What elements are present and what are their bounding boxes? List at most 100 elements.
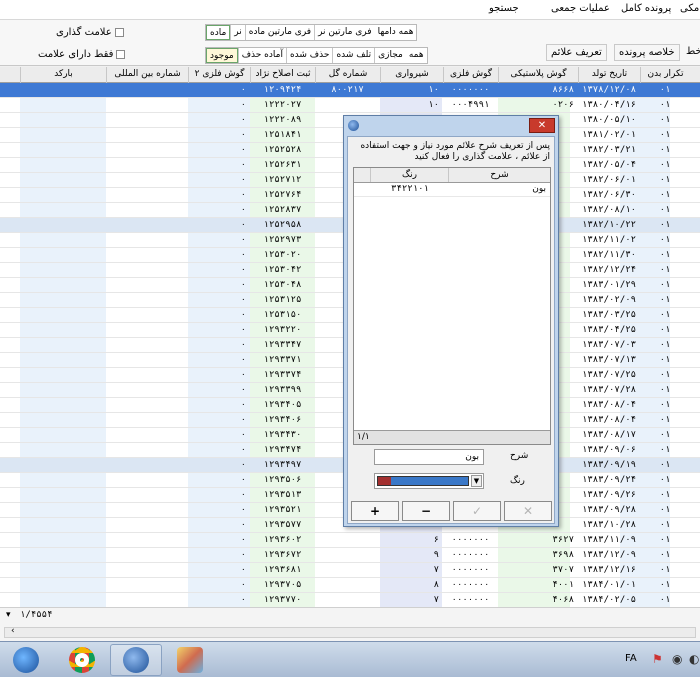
col-plastic-tag[interactable]: گوش پلاستیکی bbox=[498, 67, 578, 83]
state-existing[interactable]: موجود bbox=[206, 48, 238, 63]
row-selector[interactable] bbox=[0, 158, 20, 172]
row-selector[interactable] bbox=[0, 113, 20, 127]
mark-checkbox-box[interactable] bbox=[114, 27, 124, 37]
mark-checkbox[interactable]: علامت گذاری bbox=[56, 24, 124, 40]
row-selector[interactable] bbox=[0, 308, 20, 322]
row-selector[interactable] bbox=[0, 263, 20, 277]
table-row[interactable]: ۰۱ ۱۳۸۳/۱۱/۰۹ ۳۶۲۷ ۰۰۰۰۰۰۰ ۶ ۱۲۹۳۶۰۲ ۰ bbox=[0, 533, 700, 548]
desc-input[interactable]: بون bbox=[374, 449, 484, 465]
menu-file-summary[interactable]: خلاصه پرونده bbox=[614, 44, 680, 61]
color-dropdown-icon[interactable]: ▼ bbox=[471, 475, 482, 487]
row-selector[interactable] bbox=[0, 98, 20, 112]
row-selector[interactable] bbox=[0, 548, 20, 562]
row-selector[interactable] bbox=[0, 83, 20, 97]
pager-arrow-icon[interactable]: ▾ bbox=[6, 610, 11, 620]
row-selector[interactable] bbox=[0, 353, 20, 367]
sex-female[interactable]: ماده bbox=[206, 25, 231, 40]
menu-bulk-ops[interactable]: عملیات جمعی bbox=[547, 1, 614, 18]
sex-freemartin-male[interactable]: فری مارتین نر bbox=[314, 25, 375, 40]
language-indicator[interactable]: FA bbox=[625, 653, 637, 664]
marks-col-color[interactable]: رنگ bbox=[371, 168, 449, 182]
row-selector[interactable] bbox=[0, 293, 20, 307]
dialog-close-button[interactable]: ✕ bbox=[529, 118, 555, 133]
marks-row[interactable]: ۳۴۲۲۱۰۱ بون bbox=[354, 183, 550, 197]
cancel-button[interactable]: ✕ bbox=[504, 501, 552, 521]
table-row[interactable]: ۰۱ ۱۳۸۰/۰۴/۱۶ ۰۲۰۶ ۰۰۰۴۹۹۱ ۱۰ ۱۲۲۲۰۲۷ ۰ bbox=[0, 98, 700, 113]
row-selector[interactable] bbox=[0, 428, 20, 442]
start-button[interactable] bbox=[0, 644, 52, 676]
col-metal-tag-2[interactable]: گوش فلزی ۲ bbox=[188, 67, 250, 83]
menu-full-file[interactable]: پرونده کامل bbox=[617, 1, 675, 18]
row-selector[interactable] bbox=[0, 338, 20, 352]
table-row[interactable]: ۰۱ ۱۳۸۴/۰۲/۰۵ ۴۰۶۸ ۰۰۰۰۰۰۰ ۷ ۱۲۹۳۷۷۰ ۰ bbox=[0, 593, 700, 607]
sex-all[interactable]: همه دامها bbox=[375, 25, 417, 40]
horizontal-scrollbar[interactable]: ‹ bbox=[4, 626, 696, 638]
col-repeat[interactable]: تکرار بدن bbox=[640, 67, 690, 83]
add-button[interactable]: + bbox=[351, 501, 399, 521]
row-selector[interactable] bbox=[0, 383, 20, 397]
row-selector[interactable] bbox=[0, 518, 20, 532]
row-selector[interactable] bbox=[0, 533, 20, 547]
remove-button[interactable]: − bbox=[402, 501, 450, 521]
dialog-titlebar[interactable]: ✕ bbox=[344, 116, 558, 136]
row-selector[interactable] bbox=[0, 143, 20, 157]
row-selector[interactable] bbox=[0, 413, 20, 427]
row-selector[interactable] bbox=[0, 218, 20, 232]
menu-define-marks[interactable]: تعریف علائم bbox=[546, 44, 607, 61]
scroll-left-icon[interactable]: ‹ bbox=[11, 626, 15, 636]
col-intl-no[interactable]: شماره بین المللی bbox=[106, 67, 188, 83]
taskbar-app[interactable] bbox=[110, 644, 162, 676]
state-ready-remove[interactable]: آماده حذف bbox=[237, 48, 286, 63]
col-breed-reg[interactable]: ثبت اصلاح نژاد bbox=[250, 67, 315, 83]
col-birth-date[interactable]: تاریخ تولد bbox=[578, 67, 640, 83]
row-selector[interactable] bbox=[0, 398, 20, 412]
confirm-button[interactable]: ✓ bbox=[453, 501, 501, 521]
row-selector[interactable] bbox=[0, 173, 20, 187]
row-selector[interactable] bbox=[0, 278, 20, 292]
marks-col-desc[interactable]: شرح bbox=[449, 168, 550, 182]
row-selector[interactable] bbox=[0, 203, 20, 217]
sex-male[interactable]: نر bbox=[230, 25, 244, 40]
color-picker[interactable]: ▼ bbox=[374, 473, 484, 489]
row-selector[interactable] bbox=[0, 128, 20, 142]
row-selector[interactable] bbox=[0, 488, 20, 502]
row-selector[interactable] bbox=[0, 188, 20, 202]
row-selector[interactable] bbox=[0, 503, 20, 517]
action-center-icon[interactable]: ◐ bbox=[689, 652, 699, 666]
row-selector[interactable] bbox=[0, 443, 20, 457]
col-metal-tag[interactable]: گوش فلزی bbox=[443, 67, 498, 83]
only-marked-checkbox-box[interactable] bbox=[116, 49, 126, 59]
row-selector[interactable] bbox=[0, 593, 20, 607]
row-selector[interactable] bbox=[0, 473, 20, 487]
menu-line[interactable]: خط bbox=[682, 44, 700, 61]
menu-search[interactable]: جستجو bbox=[485, 1, 523, 18]
col-barcode[interactable]: بارکد bbox=[20, 67, 106, 83]
cell-reg: ۱۲۹۳۳۹۹ bbox=[263, 385, 302, 395]
table-row[interactable]: ۰۱ ۱۳۸۳/۱۲/۱۶ ۳۷۰۷ ۰۰۰۰۰۰۰ ۷ ۱۲۹۳۶۸۱ ۰ bbox=[0, 563, 700, 578]
menu-item-1[interactable]: مکی bbox=[676, 1, 700, 18]
taskbar-chrome[interactable] bbox=[56, 644, 108, 676]
state-removed[interactable]: حذف شده bbox=[285, 48, 332, 63]
row-selector[interactable] bbox=[0, 563, 20, 577]
state-all[interactable]: همه bbox=[406, 48, 427, 63]
network-icon[interactable]: ⚑ bbox=[652, 652, 663, 666]
state-virtual[interactable]: مجازی bbox=[374, 48, 406, 63]
row-selector[interactable] bbox=[0, 368, 20, 382]
only-marked-checkbox[interactable]: فقط دارای علامت bbox=[38, 46, 126, 62]
taskbar-paint[interactable] bbox=[164, 644, 216, 676]
cell-metal: ۰۰۰۰۰۰۰ bbox=[451, 535, 490, 545]
sex-freemartin-female[interactable]: فری مارتین ماده bbox=[244, 25, 314, 40]
state-dead[interactable]: تلف شده bbox=[332, 48, 374, 63]
row-selector[interactable] bbox=[0, 458, 20, 472]
col-herd-no[interactable]: شماره گل bbox=[315, 67, 380, 83]
row-selector[interactable] bbox=[0, 233, 20, 247]
volume-icon[interactable]: ◉ bbox=[672, 652, 682, 666]
col-milking[interactable]: شیرواری bbox=[380, 67, 443, 83]
row-selector[interactable] bbox=[0, 248, 20, 262]
cell-m2: ۰ bbox=[240, 310, 246, 320]
table-row[interactable]: ۰۱ ۱۳۸۴/۰۱/۰۱ ۴۰۰۱ ۰۰۰۰۰۰۰ ۸ ۱۲۹۳۷۰۵ ۰ bbox=[0, 578, 700, 593]
table-row[interactable]: ۰۱ ۱۳۷۸/۱۲/۰۸ ۸۶۶۸ ۰۰۰۰۰۰۰ ۱۰ ۸۰۰۲۱۷ ۱۲۰۹۴۲۴ ۰ bbox=[0, 83, 700, 98]
row-selector[interactable] bbox=[0, 578, 20, 592]
table-row[interactable]: ۰۱ ۱۳۸۳/۱۲/۰۹ ۳۶۹۸ ۰۰۰۰۰۰۰ ۹ ۱۲۹۳۶۷۲ ۰ bbox=[0, 548, 700, 563]
row-selector[interactable] bbox=[0, 323, 20, 337]
